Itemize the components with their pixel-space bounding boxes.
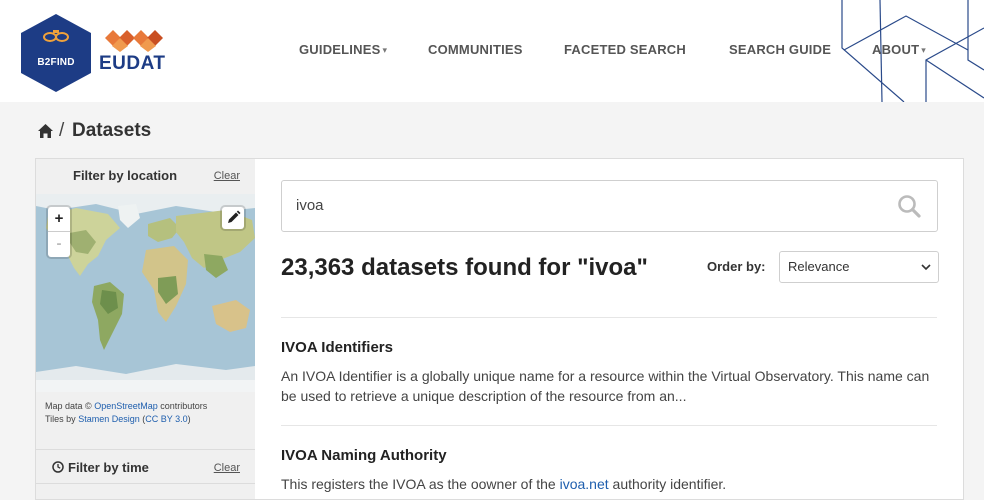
time-filter-header: Filter by time Clear (36, 451, 255, 481)
time-filter-title: Filter by time (68, 460, 149, 475)
cc-by-license-link[interactable]: CC BY 3.0 (145, 414, 187, 424)
search-results-panel: 23,363 datasets found for "ivoa" Order b… (255, 158, 964, 500)
b2find-logo-text: B2FIND (37, 57, 75, 68)
result-title-link[interactable]: IVOA Identifiers (281, 339, 393, 356)
order-by-value: Relevance (788, 259, 850, 274)
search-input[interactable] (296, 195, 876, 215)
time-clear-link[interactable]: Clear (214, 462, 240, 474)
credit-text: ) (187, 414, 191, 424)
location-map[interactable]: + - (36, 194, 255, 392)
nav-about[interactable]: ABOUT ▾ (872, 42, 926, 57)
map-attribution: Map data © OpenStreetMap contributors Ti… (45, 400, 250, 426)
sidebar-divider (36, 483, 255, 484)
location-clear-link[interactable]: Clear (214, 170, 240, 182)
nav-search-guide-label: SEARCH GUIDE (729, 42, 832, 57)
result-description-text: This registers the IVOA as the oowner of… (281, 476, 556, 492)
nav-faceted-search[interactable]: FACETED SEARCH (564, 42, 686, 57)
chevron-down-icon: ▾ (921, 45, 926, 55)
zoom-in-button[interactable]: + (48, 207, 70, 232)
result-description: This registers the IVOA as the oowner of… (281, 474, 931, 494)
search-box (281, 180, 938, 232)
order-by-select[interactable]: Relevance (779, 251, 939, 283)
eudat-logo[interactable]: EUDAT (99, 26, 173, 76)
filter-sidebar: Filter by location Clear + - Map data © … (35, 158, 256, 500)
clock-icon (52, 461, 64, 473)
stamen-design-link[interactable]: Stamen Design (78, 414, 140, 424)
credit-text: contributors (160, 401, 208, 411)
results-divider (281, 425, 937, 426)
draw-area-button[interactable] (222, 207, 244, 229)
eudat-logo-text: EUDAT (99, 53, 166, 74)
search-icon[interactable] (897, 194, 921, 218)
location-filter-header: Filter by location Clear (36, 159, 255, 189)
b2find-hexagon-icon (21, 14, 91, 92)
zoom-out-button[interactable]: - (48, 232, 70, 256)
nav-guidelines[interactable]: GUIDELINES ▾ (299, 42, 387, 57)
nav-search-guide[interactable]: SEARCH GUIDE (729, 42, 831, 57)
results-divider (281, 317, 937, 318)
pencil-icon (228, 210, 241, 223)
map-zoom-control: + - (48, 207, 70, 257)
nav-communities-label: COMMUNITIES (428, 42, 523, 57)
credit-text: Tiles by (45, 414, 76, 424)
result-description-text: authority identifier. (612, 476, 727, 492)
openstreetmap-link[interactable]: OpenStreetMap (94, 401, 158, 411)
eudat-blocks-icon (105, 30, 163, 52)
site-header: B2FIND EUDAT GUIDELINES ▾ COMMUNITIES FAC… (0, 0, 984, 102)
result-title-link[interactable]: IVOA Naming Authority (281, 447, 447, 464)
breadcrumb-current: Datasets (72, 120, 152, 141)
credit-text: Map data © (45, 401, 92, 411)
order-by-label: Order by: (707, 259, 766, 274)
location-filter-title: Filter by location (73, 168, 178, 183)
ivoa-net-link[interactable]: ivoa.net (560, 476, 609, 492)
result-description: An IVOA Identifier is a globally unique … (281, 368, 930, 404)
b2find-logo[interactable]: B2FIND (19, 12, 93, 94)
nav-communities[interactable]: COMMUNITIES (428, 42, 523, 57)
home-icon[interactable] (37, 123, 54, 139)
chevron-down-icon: ▾ (382, 45, 388, 55)
results-count-heading: 23,363 datasets found for "ivoa" (281, 254, 648, 281)
nav-about-label: ABOUT (872, 42, 920, 57)
nav-faceted-search-label: FACETED SEARCH (564, 42, 686, 57)
nav-guidelines-label: GUIDELINES (299, 42, 381, 57)
sidebar-divider (36, 449, 255, 450)
breadcrumb-separator: / (59, 120, 65, 141)
chevron-down-icon (921, 264, 931, 271)
